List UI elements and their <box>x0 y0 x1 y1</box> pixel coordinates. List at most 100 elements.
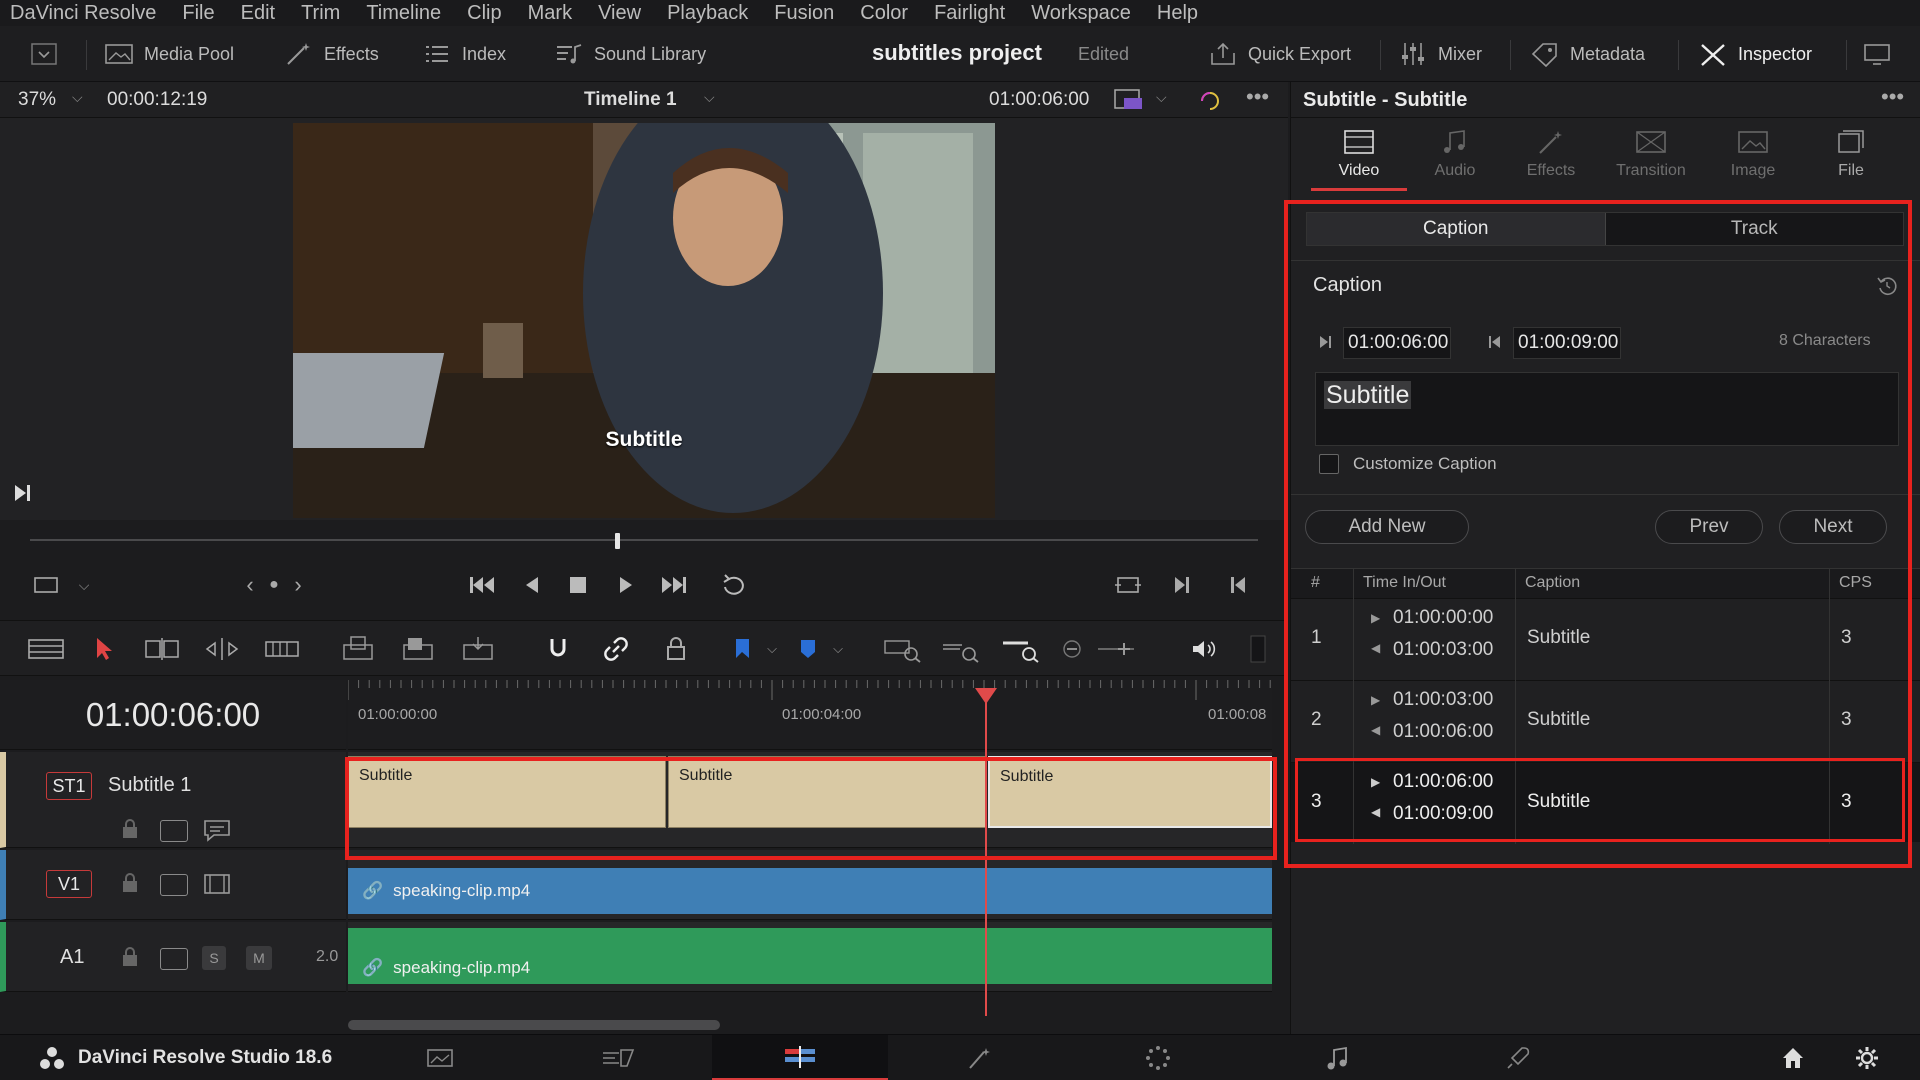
tab-file[interactable]: File <box>1803 128 1899 180</box>
viewer-mode-button[interactable] <box>28 570 64 600</box>
reverse-play-button[interactable] <box>514 570 550 600</box>
snapping-button[interactable] <box>538 633 578 665</box>
tab-video[interactable]: Video <box>1311 128 1407 180</box>
page-fairlight[interactable] <box>1250 1035 1426 1080</box>
playhead-line[interactable] <box>985 696 987 1016</box>
lock-icon[interactable] <box>120 818 140 840</box>
blade-tool-button[interactable] <box>262 633 302 665</box>
add-new-button[interactable]: Add New <box>1305 510 1469 544</box>
video-clip[interactable]: 🔗 speaking-clip.mp4 <box>348 868 1272 914</box>
menu-view[interactable]: View <box>598 2 641 25</box>
inspector-button[interactable]: Inspector <box>1698 26 1812 82</box>
proxy-icon[interactable] <box>1114 88 1146 112</box>
tab-audio[interactable]: Audio <box>1407 128 1503 180</box>
next-button[interactable]: Next <box>1779 510 1887 544</box>
auto-select-icon[interactable] <box>160 948 188 970</box>
track-tag-st1[interactable]: ST1 <box>46 772 92 800</box>
quick-export-button[interactable]: Quick Export <box>1208 26 1351 82</box>
marker-chevron-icon[interactable]: ⌵ <box>818 633 858 665</box>
page-cut[interactable] <box>530 1035 706 1080</box>
caption-icon[interactable] <box>202 818 232 842</box>
page-edit[interactable] <box>712 1035 888 1080</box>
viewer-scrubber[interactable] <box>30 539 1258 541</box>
menu-edit[interactable]: Edit <box>241 2 275 25</box>
more-options-icon[interactable]: ••• <box>1881 84 1904 110</box>
segment-caption[interactable]: Caption <box>1307 213 1606 245</box>
insert-clip-button[interactable] <box>338 633 378 665</box>
film-strip-icon[interactable] <box>202 872 232 896</box>
table-row[interactable]: 2 ▶ 01:00:03:00 ◀ 01:00:06:00 Subtitle 3 <box>1291 680 1920 760</box>
zoom-out-button[interactable] <box>1052 633 1092 665</box>
table-row-selected[interactable]: 3 ▶ 01:00:06:00 ◀ 01:00:09:00 Subtitle 3 <box>1291 762 1920 842</box>
skip-to-end-icon[interactable] <box>12 482 34 504</box>
auto-select-icon[interactable] <box>160 820 188 842</box>
solo-button[interactable]: S <box>202 946 226 970</box>
menu-mark[interactable]: Mark <box>528 2 572 25</box>
tab-image[interactable]: Image <box>1705 128 1801 180</box>
mark-out-icon[interactable] <box>1487 334 1503 350</box>
menu-clip[interactable]: Clip <box>467 2 501 25</box>
zoom-slider[interactable] <box>1096 633 1136 665</box>
fullscreen-button[interactable] <box>1862 26 1892 82</box>
index-button[interactable]: Index <box>422 26 506 82</box>
stop-button[interactable] <box>560 570 596 600</box>
track-header-v1[interactable]: V1 <box>0 850 346 920</box>
menu-fusion[interactable]: Fusion <box>774 2 834 25</box>
subtitle-clip[interactable]: Subtitle <box>668 756 986 828</box>
menu-fairlight[interactable]: Fairlight <box>934 2 1005 25</box>
menu-help[interactable]: Help <box>1157 2 1198 25</box>
mute-button[interactable]: M <box>246 946 272 970</box>
track-tag-a1[interactable]: A1 <box>60 946 84 969</box>
page-fusion[interactable] <box>892 1035 1068 1080</box>
sound-library-button[interactable]: Sound Library <box>554 26 706 82</box>
zoom-custom-button[interactable] <box>1000 633 1040 665</box>
play-button[interactable] <box>608 570 644 600</box>
customize-caption-checkbox[interactable] <box>1319 454 1339 474</box>
track-header-st1[interactable]: ST1 Subtitle 1 <box>0 752 346 848</box>
zoom-chevron-icon[interactable]: ⌵ <box>72 89 83 106</box>
timeline-scrollbar[interactable] <box>348 1020 720 1030</box>
lock-icon[interactable] <box>120 872 140 894</box>
menu-timeline[interactable]: Timeline <box>366 2 441 25</box>
menu-workspace[interactable]: Workspace <box>1031 2 1131 25</box>
subtitle-clip-selected[interactable]: Subtitle <box>988 756 1272 828</box>
effects-button[interactable]: Effects <box>284 26 379 82</box>
media-pool-button[interactable]: Media Pool <box>104 26 234 82</box>
prev-edit-button[interactable] <box>1220 570 1256 600</box>
video-frame[interactable]: Subtitle <box>293 123 995 518</box>
tab-effects[interactable]: Effects <box>1503 128 1599 180</box>
loop-button[interactable] <box>716 570 752 600</box>
timeline-chevron-icon[interactable]: ⌵ <box>704 89 715 106</box>
dynamic-trim-button[interactable] <box>202 633 242 665</box>
next-edit-button[interactable] <box>1164 570 1200 600</box>
prev-button[interactable]: Prev <box>1655 510 1763 544</box>
track-header-a1[interactable]: A1 S M 2.0 <box>0 922 346 992</box>
mixer-button[interactable]: Mixer <box>1398 26 1482 82</box>
reset-icon[interactable] <box>1875 274 1899 298</box>
subtitle-clip[interactable]: Subtitle <box>348 756 666 828</box>
lock-icon[interactable] <box>120 946 140 968</box>
audio-button[interactable] <box>1184 633 1224 665</box>
scrubber-handle[interactable] <box>615 533 620 549</box>
timeline-ruler[interactable]: 01:00:00:00 01:00:04:00 01:00:08 <box>348 680 1272 750</box>
time-in-field[interactable]: 01:00:06:00 <box>1343 327 1451 359</box>
page-color[interactable] <box>1070 1035 1246 1080</box>
home-icon[interactable] <box>1780 1045 1806 1071</box>
menu-app[interactable]: DaVinci Resolve <box>10 2 156 25</box>
track-name-st1[interactable]: Subtitle 1 <box>108 774 191 797</box>
segment-track[interactable]: Track <box>1606 213 1904 245</box>
track-tag-v1[interactable]: V1 <box>46 870 92 898</box>
mark-in-icon[interactable] <box>1317 334 1333 350</box>
page-media[interactable] <box>352 1035 528 1080</box>
zoom-detail-button[interactable] <box>940 633 980 665</box>
time-out-field[interactable]: 01:00:09:00 <box>1513 327 1621 359</box>
audio-clip[interactable]: 🔗 speaking-clip.mp4 <box>348 928 1272 984</box>
overwrite-clip-button[interactable] <box>398 633 438 665</box>
timeline-name[interactable]: Timeline 1 <box>584 89 677 111</box>
proxy-chevron-icon[interactable]: ⌵ <box>1156 89 1167 106</box>
menu-trim[interactable]: Trim <box>301 2 340 25</box>
more-options-icon[interactable]: ••• <box>1246 84 1269 110</box>
table-row[interactable]: 1 ▶ 01:00:00:00 ◀ 01:00:03:00 Subtitle 3 <box>1291 598 1920 678</box>
selection-tool-button[interactable] <box>84 633 124 665</box>
tab-transition[interactable]: Transition <box>1603 128 1699 180</box>
